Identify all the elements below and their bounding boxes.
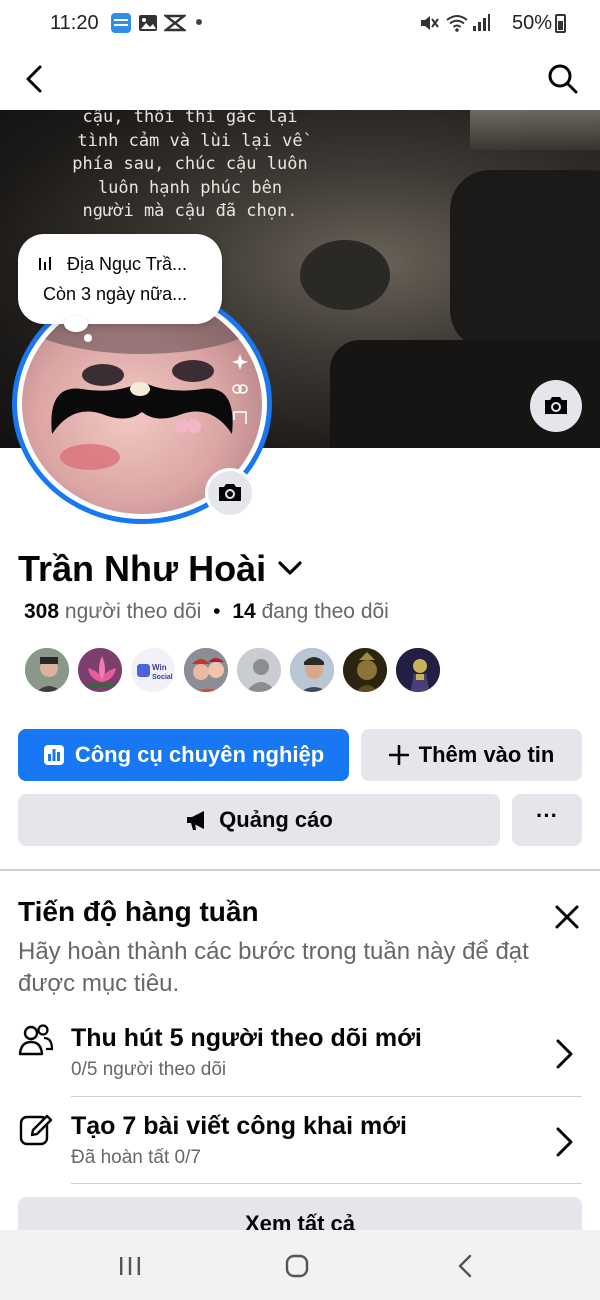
add-story-button[interactable]: Thêm vào tin [361, 729, 582, 781]
ads-button[interactable]: Quảng cáo [18, 794, 500, 846]
cover-lamp [470, 110, 600, 150]
chart-icon [43, 745, 64, 765]
cover-quote-line: luôn hạnh phúc bên [97, 177, 283, 198]
cover-plant [300, 240, 390, 310]
recent-apps-icon[interactable] [116, 1252, 144, 1280]
task-subtitle: 0/5 người theo dõi [71, 1059, 227, 1080]
note-bubble-tail-dot [84, 334, 92, 342]
people-icon [18, 1022, 54, 1058]
task-title: Thu hút 5 người theo dõi mới [71, 1024, 422, 1052]
home-icon[interactable] [283, 1252, 311, 1280]
friend-avatar[interactable] [76, 646, 124, 694]
battery-icon [555, 14, 566, 33]
weekly-progress-description: Hãy hoàn thành các bước trong tuần này đ… [18, 938, 529, 997]
friend-avatar[interactable] [394, 646, 442, 694]
friend-avatar[interactable] [288, 646, 336, 694]
pro-tools-button[interactable]: Công cụ chuyên nghiệp [18, 729, 349, 781]
chevron-right-icon [552, 1036, 578, 1072]
stats-separator: • [213, 600, 221, 623]
add-story-label: Thêm vào tin [418, 742, 555, 767]
battery-percent: 50% [511, 12, 552, 34]
follow-stats: 308 người theo dõi • 14 đang theo dõi [24, 600, 389, 624]
search-icon[interactable] [546, 62, 580, 96]
cover-quote-line: người mà cậu đã chọn. [82, 201, 298, 221]
system-back-icon[interactable] [452, 1252, 480, 1280]
svg-text:Social: Social [152, 674, 173, 681]
friend-avatar[interactable] [23, 646, 71, 694]
cover-quote: cậu, thôi thì gác lại tình cảm và lùi lạ… [40, 110, 340, 224]
chevron-down-icon[interactable] [276, 556, 304, 580]
close-icon[interactable] [552, 902, 582, 932]
note-bubble[interactable] [18, 234, 222, 324]
task-divider [71, 1183, 582, 1184]
edit-avatar-camera-icon[interactable] [205, 468, 255, 518]
status-bar: 11:20 50% [0, 0, 600, 48]
cover-quote-line: cậu, thôi thì gác lại [82, 110, 298, 127]
more-button[interactable]: ··· [512, 794, 582, 846]
plus-icon [388, 745, 409, 765]
mustache-sticker-icon [51, 382, 233, 434]
cover-quote-line: tình cảm và lùi lại về [77, 130, 303, 151]
edit-cover-camera-icon[interactable] [530, 380, 582, 432]
task-divider [71, 1096, 582, 1097]
chevron-right-icon [552, 1124, 578, 1160]
following-count[interactable]: 14 [232, 600, 255, 623]
profile-name: Trần Như Hoài [18, 548, 267, 589]
note-music-title: Địa Ngục Trầ... [67, 254, 188, 274]
novel-toon-icon [111, 13, 131, 33]
back-icon[interactable] [18, 62, 52, 96]
task-title: Tạo 7 bài viết công khai mới [71, 1112, 407, 1140]
status-time: 11:20 [50, 12, 99, 34]
task-subtitle: Đã hoàn tất 0/7 [71, 1147, 201, 1168]
note-bubble-tail [64, 316, 88, 332]
ads-label: Quảng cáo [219, 807, 333, 832]
sparkle-icon [232, 354, 248, 424]
top-nav [0, 48, 600, 110]
followers-count[interactable]: 308 [24, 600, 59, 623]
svg-text:Win: Win [152, 663, 167, 672]
friend-avatar[interactable] [182, 646, 230, 694]
edit-icon [18, 1112, 54, 1148]
followers-label[interactable]: người theo dõi [65, 600, 201, 623]
note-expiry: Còn 3 ngày nữa... [43, 284, 188, 304]
section-divider [0, 869, 600, 871]
friend-avatar[interactable] [341, 646, 389, 694]
notification-dot [196, 19, 202, 25]
gallery-icon [138, 13, 158, 33]
capcut-icon [162, 13, 188, 33]
signal-icon [471, 13, 491, 33]
mute-icon [419, 13, 439, 33]
pro-tools-label: Công cụ chuyên nghiệp [74, 742, 325, 767]
friend-avatar-placeholder[interactable] [235, 646, 283, 694]
music-bars-icon [38, 256, 54, 272]
megaphone-icon [187, 811, 205, 830]
friend-avatar[interactable]: Win Social [129, 646, 177, 694]
cover-quote-line: phía sau, chúc cậu luôn [72, 154, 308, 174]
android-nav-bar [0, 1230, 600, 1300]
cover-chair [450, 170, 600, 350]
following-label[interactable]: đang theo dõi [262, 600, 389, 623]
more-icon: ··· [536, 803, 558, 828]
weekly-progress-title: Tiến độ hàng tuần [18, 896, 259, 927]
wifi-icon [445, 13, 468, 33]
